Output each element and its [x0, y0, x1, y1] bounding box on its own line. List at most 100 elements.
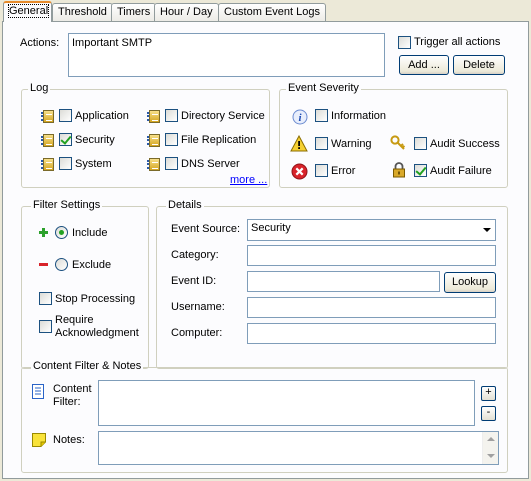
chevron-down-icon: [483, 228, 491, 232]
severity-audit-success-label: Audit Success: [430, 138, 500, 150]
require-acknowledgment-line1: Require: [55, 314, 94, 326]
delete-action-button[interactable]: Delete: [453, 55, 505, 75]
details-title: Details: [166, 199, 204, 211]
log-group-title: Log: [28, 82, 51, 94]
notes-label: Notes:: [53, 434, 85, 446]
log-application-checkbox[interactable]: [59, 109, 72, 122]
stop-processing-checkbox[interactable]: [39, 292, 52, 305]
severity-error-checkbox[interactable]: [315, 164, 328, 177]
content-filter-line2: Filter:: [53, 396, 81, 408]
event-source-select[interactable]: Security: [247, 219, 496, 241]
log-group: Log Application Security System Director…: [21, 82, 270, 188]
filter-settings-title: Filter Settings: [31, 199, 103, 211]
details-group: Details Event Source: Security Category:…: [156, 199, 508, 369]
event-id-field[interactable]: [247, 271, 440, 292]
event-log-icon: [41, 110, 54, 123]
scroll-up-icon[interactable]: [487, 437, 495, 441]
computer-label: Computer:: [171, 327, 223, 339]
log-system-checkbox[interactable]: [59, 157, 72, 170]
include-label: Include: [72, 227, 108, 239]
severity-audit-failure-label: Audit Failure: [430, 165, 492, 177]
actions-label: Actions:: [20, 37, 60, 49]
document-icon: [32, 384, 44, 399]
minus-icon: [39, 263, 48, 266]
content-filter-notes-group: Content Filter & Notes Content Filter: +…: [21, 360, 508, 473]
event-severity-group: Event Severity i Information Warning Err…: [279, 82, 508, 188]
filter-settings-group: Filter Settings Include Exclude Stop Pro…: [21, 199, 149, 369]
tab-custom-event-logs[interactable]: Custom Event Logs: [218, 3, 326, 21]
username-label: Username:: [171, 301, 225, 313]
trigger-all-actions-checkbox[interactable]: [398, 36, 411, 49]
severity-information-checkbox[interactable]: [315, 109, 328, 122]
plus-icon: [39, 228, 48, 237]
event-source-value: Security: [251, 222, 291, 234]
tab-general[interactable]: General: [3, 1, 52, 22]
tab-custom-event-logs-label: Custom Event Logs: [224, 6, 320, 18]
information-icon: i: [292, 109, 308, 125]
log-security-label: Security: [75, 134, 115, 146]
tab-hour-day[interactable]: Hour / Day: [154, 3, 219, 21]
log-file-replication-checkbox[interactable]: [165, 133, 178, 146]
include-radio[interactable]: [55, 226, 68, 239]
category-field[interactable]: [247, 245, 496, 266]
log-file-replication-label: File Replication: [181, 134, 257, 146]
lookup-button[interactable]: Lookup: [444, 272, 496, 293]
severity-audit-success-checkbox[interactable]: [414, 137, 427, 150]
tab-general-label: General: [7, 4, 50, 18]
log-system-label: System: [75, 158, 112, 170]
severity-warning-label: Warning: [331, 138, 372, 150]
require-acknowledgment-label: Require Acknowledgment: [55, 314, 139, 340]
content-filter-notes-title: Content Filter & Notes: [31, 360, 144, 372]
computer-field[interactable]: [247, 323, 496, 344]
log-dns-server-checkbox[interactable]: [165, 157, 178, 170]
exclude-radio[interactable]: [55, 258, 68, 271]
log-application-label: Application: [75, 110, 129, 122]
tab-threshold-label: Threshold: [58, 6, 107, 18]
username-field[interactable]: [247, 297, 496, 318]
more-logs-link[interactable]: more ...: [230, 174, 267, 186]
stop-processing-label: Stop Processing: [55, 293, 136, 305]
require-acknowledgment-checkbox[interactable]: [39, 320, 52, 333]
category-label: Category:: [171, 249, 219, 261]
key-icon: [390, 135, 406, 150]
severity-error-label: Error: [331, 165, 356, 177]
tab-timers-label: Timers: [117, 6, 151, 18]
scroll-down-icon[interactable]: [487, 454, 495, 458]
notes-scrollbar[interactable]: [482, 432, 498, 464]
error-icon: [291, 163, 308, 180]
content-filter-field[interactable]: [98, 380, 475, 426]
notes-field[interactable]: [98, 431, 499, 465]
event-severity-title: Event Severity: [286, 82, 361, 94]
sticky-note-icon: [32, 433, 46, 447]
tab-threshold[interactable]: Threshold: [52, 3, 113, 21]
severity-warning-checkbox[interactable]: [315, 137, 328, 150]
add-action-button[interactable]: Add ...: [399, 55, 449, 75]
trigger-all-actions-label: Trigger all actions: [414, 36, 501, 48]
remove-content-filter-button[interactable]: -: [481, 406, 496, 421]
event-source-label: Event Source:: [171, 223, 241, 235]
event-log-icon: [41, 134, 54, 147]
warning-icon: [290, 135, 308, 152]
add-content-filter-button[interactable]: +: [481, 386, 496, 401]
exclude-label: Exclude: [72, 259, 112, 271]
lock-icon: [393, 162, 405, 178]
severity-audit-failure-checkbox[interactable]: [414, 164, 427, 177]
log-directory-service-checkbox[interactable]: [165, 109, 178, 122]
tab-hour-day-label: Hour / Day: [160, 6, 213, 18]
actions-list[interactable]: Important SMTP: [68, 33, 385, 77]
log-directory-service-label: Directory Service: [181, 110, 265, 122]
log-dns-server-label: DNS Server: [181, 158, 240, 170]
content-filter-label: Content Filter:: [53, 383, 92, 409]
tab-timers[interactable]: Timers: [111, 3, 157, 21]
severity-information-label: Information: [331, 110, 387, 122]
event-log-icon: [147, 110, 160, 123]
log-security-checkbox[interactable]: [59, 133, 72, 146]
event-log-icon: [147, 158, 160, 171]
content-filter-line1: Content: [53, 383, 92, 395]
tab-panel-general: Actions: Important SMTP Trigger all acti…: [2, 21, 529, 479]
require-acknowledgment-line2: Acknowledgment: [55, 327, 139, 339]
event-id-label: Event ID:: [171, 275, 217, 287]
actions-list-item[interactable]: Important SMTP: [72, 37, 152, 49]
event-log-icon: [147, 134, 160, 147]
event-log-icon: [41, 158, 54, 171]
